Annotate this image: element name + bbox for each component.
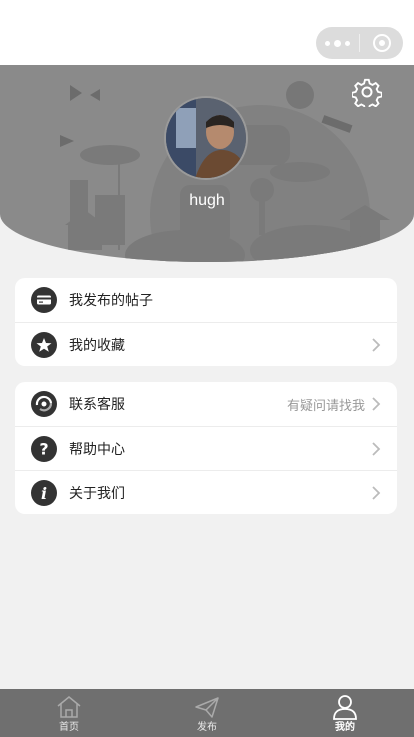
svg-text:i: i (41, 484, 47, 503)
tab-publish[interactable]: 发布 (138, 689, 276, 737)
menu-item-label: 联系客服 (69, 397, 125, 413)
more-menu-icon[interactable] (316, 27, 359, 59)
question-icon: ? (31, 435, 57, 462)
service-icon (31, 391, 57, 417)
tab-mine[interactable]: 我的 (276, 689, 414, 737)
chevron-right-icon (372, 442, 381, 456)
chevron-right-icon (372, 486, 381, 500)
menu-item-about-us[interactable]: i 关于我们 (15, 470, 397, 514)
menu-item-label: 关于我们 (69, 485, 125, 502)
menu-group-posts: 我发布的帖子 我的收藏 (15, 278, 397, 366)
menu-group-support: 联系客服 有疑问请找我 ? 帮助中心 i 关于我们 (15, 382, 397, 514)
capsule-menu (316, 27, 403, 59)
star-icon (31, 331, 57, 358)
tab-bar: 首页 发布 我的 (0, 689, 414, 737)
tab-label: 发布 (197, 722, 217, 733)
avatar[interactable] (164, 96, 248, 180)
card-icon (31, 287, 57, 313)
chevron-right-icon (372, 397, 381, 411)
info-icon: i (31, 479, 57, 506)
menu-item-label: 我发布的帖子 (69, 293, 153, 309)
menu-item-customer-service[interactable]: 联系客服 有疑问请找我 (15, 382, 397, 426)
avatar-photo (166, 98, 246, 178)
settings-gear-icon[interactable] (352, 77, 382, 107)
send-icon (195, 697, 219, 718)
menu-item-label: 帮助中心 (69, 441, 125, 458)
navigation-bar (0, 0, 414, 65)
user-icon (333, 695, 357, 720)
tab-label: 首页 (59, 722, 79, 733)
username: hugh (189, 192, 225, 209)
close-miniprogram-icon[interactable] (360, 27, 403, 59)
menu-item-label: 我的收藏 (69, 337, 125, 354)
menu-item-favorites[interactable]: 我的收藏 (15, 322, 397, 366)
tab-label: 我的 (335, 722, 355, 733)
chevron-right-icon (372, 338, 381, 352)
home-icon (57, 696, 81, 718)
tab-home[interactable]: 首页 (0, 689, 138, 737)
menu-item-hint: 有疑问请找我 (286, 398, 365, 414)
svg-text:?: ? (39, 439, 48, 458)
menu-item-my-posts[interactable]: 我发布的帖子 (15, 278, 397, 322)
menu-item-help-center[interactable]: ? 帮助中心 (15, 426, 397, 470)
